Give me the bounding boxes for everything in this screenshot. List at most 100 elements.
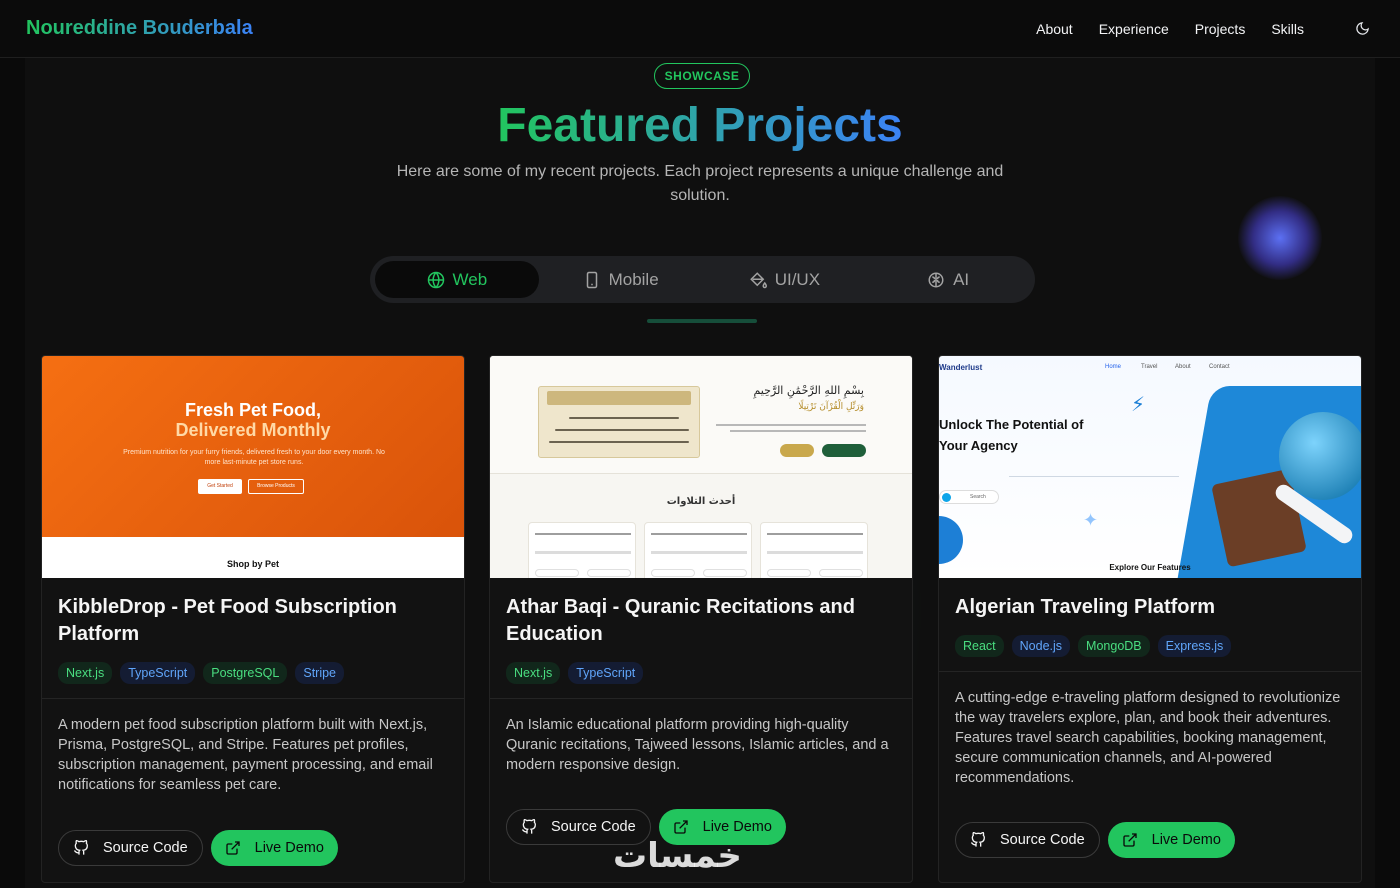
preview-logo: Wanderlust — [939, 363, 983, 372]
source-code-label: Source Code — [1000, 832, 1085, 848]
project-title: KibbleDrop - Pet Food Subscription Platf… — [58, 596, 397, 645]
preview-recitation-card — [760, 522, 868, 578]
nav-link-experience[interactable]: Experience — [1099, 21, 1169, 37]
project-card-algerian-traveling: Wanderlust Home Travel About Contact Unl… — [938, 355, 1362, 883]
brand-logo[interactable]: Noureddine Bouderbala — [26, 17, 253, 40]
section-title: Featured Projects — [497, 99, 903, 152]
preview-search-dot — [942, 493, 951, 502]
live-demo-label: Live Demo — [254, 840, 324, 856]
preview-quran-scroll — [538, 386, 700, 458]
live-demo-label: Live Demo — [702, 819, 772, 835]
paint-bucket-icon — [749, 271, 767, 288]
preview-headline: Unlock The Potential of Your Agency — [939, 417, 1084, 453]
preview-recitation-card — [644, 522, 752, 578]
brain-icon — [928, 272, 944, 287]
tab-label: AI — [953, 269, 970, 289]
blue-glow-orb — [1238, 196, 1322, 280]
tech-tag: Next.js — [506, 662, 561, 684]
globe-icon — [427, 271, 444, 288]
tab-web[interactable]: Web — [375, 261, 539, 298]
scroll-line — [555, 429, 689, 431]
preview-nav-item: Contact — [1209, 364, 1230, 370]
tab-uiux[interactable]: UI/UX — [703, 261, 867, 298]
project-title: Algerian Traveling Platform — [955, 596, 1216, 618]
tech-tags: Next.js TypeScript — [506, 662, 896, 684]
tech-tag: React — [955, 635, 1004, 657]
tab-label: Web — [452, 269, 488, 289]
github-icon — [74, 840, 89, 855]
nav-links: About Experience Projects Skills — [1036, 17, 1374, 41]
source-code-label: Source Code — [103, 840, 188, 856]
section-badge: SHOWCASE — [654, 63, 750, 89]
preview-subheading: وَرَتِّلِ الْقُرْآنَ تَرْتِيلًا — [798, 402, 864, 412]
preview-nav-item: Travel — [1141, 364, 1158, 370]
tech-tag: Express.js — [1157, 635, 1232, 657]
nav-link-projects[interactable]: Projects — [1195, 21, 1246, 37]
watermark-logo: خمسات — [613, 836, 742, 876]
tab-ai[interactable]: AI — [866, 261, 1030, 298]
preview-divider — [1009, 476, 1179, 477]
tech-tags: React Node.js MongoDB Express.js — [955, 635, 1345, 657]
lightning-icon: ⚡ — [1131, 394, 1146, 416]
smartphone-icon — [586, 271, 597, 288]
project-actions: Source Code Live Demo — [955, 822, 1235, 858]
tab-label: Mobile — [608, 269, 659, 289]
external-link-icon — [225, 841, 240, 855]
scroll-line — [569, 417, 679, 419]
preview-globe — [1279, 412, 1361, 500]
project-actions: Source Code Live Demo — [58, 830, 338, 866]
nav-link-about[interactable]: About — [1036, 21, 1073, 37]
source-code-button[interactable]: Source Code — [58, 830, 203, 866]
tech-tag: TypeScript — [120, 662, 196, 684]
source-code-button[interactable]: Source Code — [955, 822, 1100, 858]
project-preview-image[interactable]: بِسْمِ اللهِ الرَّحْمَٰنِ الرَّحِيمِ وَر… — [490, 356, 912, 578]
tab-mobile[interactable]: Mobile — [539, 261, 703, 298]
preview-recitation-card — [528, 522, 636, 578]
preview-text: Premium nutrition for your furry friends… — [123, 449, 385, 466]
divider — [939, 671, 1361, 672]
preview-button-gold — [780, 444, 814, 457]
preview-hero — [42, 356, 464, 537]
tech-tag: Stripe — [295, 662, 345, 684]
project-title: Athar Baqi - Quranic Recitations and Edu… — [506, 596, 855, 645]
theme-toggle-button[interactable] — [1350, 17, 1374, 41]
preview-button-primary: Get Started — [198, 479, 242, 494]
live-demo-button[interactable]: Live Demo — [210, 830, 338, 866]
preview-nav-item: About — [1175, 364, 1191, 370]
source-code-label: Source Code — [551, 819, 636, 835]
category-tabs: Web Mobile UI/UX AI — [370, 256, 1035, 303]
preview-search: Search — [939, 490, 999, 504]
project-description: A modern pet food subscription platform … — [58, 717, 433, 793]
tab-indicator — [647, 319, 757, 323]
sparkle-icon: ✦ — [1083, 510, 1099, 530]
preview-text-line — [730, 430, 866, 432]
external-link-icon — [1122, 833, 1137, 847]
tech-tags: Next.js TypeScript PostgreSQL Stripe — [58, 662, 448, 684]
divider — [490, 698, 912, 699]
preview-button-green — [822, 444, 866, 457]
github-icon — [971, 832, 986, 847]
preview-section-title: أحدث التلاوات — [666, 496, 736, 507]
moon-icon — [1355, 22, 1369, 35]
top-nav: Noureddine Bouderbala About Experience P… — [0, 0, 1400, 58]
tech-tag: Next.js — [58, 662, 113, 684]
tech-tag: MongoDB — [1078, 635, 1150, 657]
nav-link-skills[interactable]: Skills — [1271, 21, 1304, 37]
scroll-line — [549, 441, 689, 443]
project-preview-image[interactable]: Wanderlust Home Travel About Contact Unl… — [939, 356, 1361, 578]
tab-label: UI/UX — [774, 269, 821, 289]
section-subtitle: Here are some of my recent projects. Eac… — [396, 163, 1004, 204]
preview-white-section — [42, 537, 464, 578]
preview-heading: بِسْمِ اللهِ الرَّحْمَٰنِ الرَّحِيمِ — [753, 384, 864, 397]
preview-button-secondary: Browse Products — [248, 479, 304, 494]
external-link-icon — [673, 820, 688, 834]
preview-headline: Fresh Pet Food, Delivered Monthly — [175, 400, 331, 440]
live-demo-button[interactable]: Live Demo — [1107, 822, 1235, 858]
project-preview-image[interactable]: Fresh Pet Food, Delivered Monthly Premiu… — [42, 356, 464, 578]
preview-section-title: Explore Our Features — [1109, 563, 1191, 572]
tech-tag: TypeScript — [568, 662, 644, 684]
tech-tag: Node.js — [1011, 635, 1071, 657]
scroll-header — [547, 391, 691, 405]
project-card-athar-baqi: بِسْمِ اللهِ الرَّحْمَٰنِ الرَّحِيمِ وَر… — [489, 355, 913, 883]
tech-tag: PostgreSQL — [203, 662, 288, 684]
